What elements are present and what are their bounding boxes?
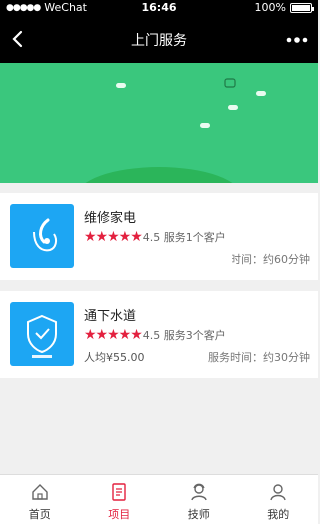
rating-value: 4.5 xyxy=(142,230,161,244)
page-title: 上门服务 xyxy=(131,33,187,49)
service-time: 时间：约60分钟 xyxy=(230,253,310,266)
profile-icon xyxy=(270,484,286,501)
service-card[interactable]: 通下水道 ★★★★★ 4.5 服务3个客户 人均¥55.00 服务时间：约30分… xyxy=(0,291,318,378)
star-rating: ★★★★★ xyxy=(84,327,143,343)
price-mask xyxy=(84,251,232,273)
technician-icon xyxy=(191,483,207,501)
served-count: 服务3个客户 xyxy=(163,329,226,342)
promo-banner[interactable] xyxy=(0,63,318,183)
cloud-icon xyxy=(228,105,238,110)
rating-row: ★★★★★ 4.5 服务1个客户 xyxy=(84,229,226,245)
shield-drain-icon xyxy=(10,302,74,366)
battery-percent: 100% xyxy=(254,1,286,14)
tab-home[interactable]: 首页 xyxy=(0,475,80,524)
served-count: 服务1个客户 xyxy=(163,231,226,244)
tab-technicians[interactable]: 技师 xyxy=(159,475,239,524)
tab-label: 项目 xyxy=(108,508,131,521)
cloud-icon xyxy=(116,83,126,88)
service-time: 服务时间：约30分钟 xyxy=(208,351,310,364)
service-title: 通下水道 xyxy=(84,309,137,324)
truck-icon xyxy=(224,78,236,88)
appliance-repair-icon xyxy=(10,204,74,268)
tab-label: 首页 xyxy=(28,508,51,521)
more-options-icon[interactable] xyxy=(286,32,308,48)
document-icon xyxy=(112,483,126,501)
service-card[interactable]: 维修家电 ★★★★★ 4.5 服务1个客户 时间：约60分钟 xyxy=(0,193,318,280)
nav-bar: 上门服务 xyxy=(0,16,318,63)
tab-mine[interactable]: 我的 xyxy=(239,475,319,524)
status-right: 100% xyxy=(254,1,314,14)
rating-row: ★★★★★ 4.5 服务3个客户 xyxy=(84,327,226,343)
status-bar: ●●●●● WeChat 16:46 100% xyxy=(0,0,318,16)
rating-value: 4.5 xyxy=(142,328,161,342)
tab-label: 我的 xyxy=(267,508,290,521)
home-icon xyxy=(32,484,48,500)
bottom-tab-bar: 首页 项目 技师 我的 xyxy=(0,474,318,524)
service-title: 维修家电 xyxy=(84,211,137,226)
hill-graphic xyxy=(76,167,242,183)
service-price: 人均¥55.00 xyxy=(84,351,145,364)
cloud-icon xyxy=(200,123,210,128)
cloud-icon xyxy=(256,91,266,96)
star-rating: ★★★★★ xyxy=(84,229,143,245)
tab-projects[interactable]: 项目 xyxy=(80,475,160,524)
battery-icon xyxy=(290,2,314,13)
tab-label: 技师 xyxy=(187,508,210,521)
